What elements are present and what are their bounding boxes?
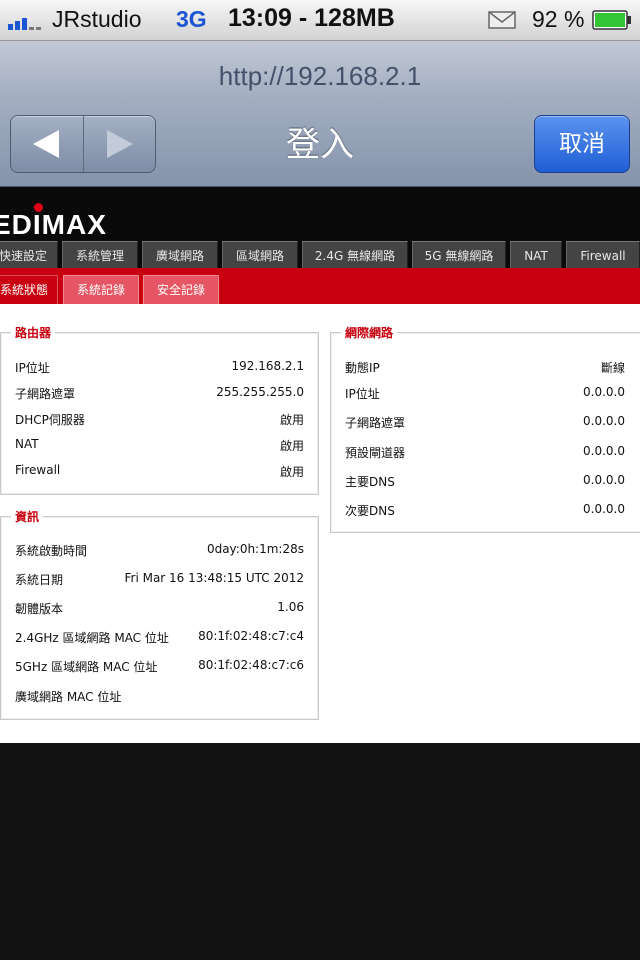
uptime-value: 0day:0h:1m:28s bbox=[206, 542, 304, 556]
battery-percent: 92 % bbox=[532, 6, 585, 32]
lan24-mac-value: 80:1f:02:48:c7:c4 bbox=[198, 629, 304, 643]
main-tabs: 快速設定 系統管理 廣域網路 區域網路 2.4G 無線網路 5G 無線網路 NA… bbox=[0, 241, 640, 268]
tab-firewall[interactable]: Firewall bbox=[566, 241, 640, 268]
router-nat-value: 啟用 bbox=[279, 439, 304, 453]
router-panel: 路由器 IP位址 192.168.2.1 子網路遮罩 255.255.255.0… bbox=[0, 324, 319, 495]
wan-subnet-label: 子網路遮罩 bbox=[345, 416, 406, 430]
cancel-button[interactable]: 取消 bbox=[534, 115, 630, 173]
firmware-label: 韌體版本 bbox=[15, 602, 64, 616]
info-legend: 資訊 bbox=[11, 508, 44, 525]
lan24-mac-label: 2.4GHz 區域網路 MAC 位址 bbox=[15, 631, 169, 645]
info-panel: 資訊 系統啟動時間 0day:0h:1m:28s 系統日期 Fri Mar 16… bbox=[0, 508, 319, 720]
internet-row: 次要DNS 0.0.0.0 bbox=[345, 502, 625, 518]
router-ip-label: IP位址 bbox=[15, 361, 50, 375]
mail-icon bbox=[488, 11, 516, 29]
lan5-mac-label: 5GHz 區域網路 MAC 位址 bbox=[15, 660, 158, 674]
subtab-system-log[interactable]: 系統記錄 bbox=[63, 275, 139, 304]
wan-ip-value: 0.0.0.0 bbox=[583, 385, 625, 399]
tab-lan[interactable]: 區域網路 bbox=[222, 241, 298, 268]
dynamic-ip-label: 動態IP bbox=[345, 361, 380, 375]
clock-memory: 13:09 - 128MB bbox=[228, 4, 395, 32]
router-row: 子網路遮罩 255.255.255.0 bbox=[15, 385, 304, 401]
edimax-logo: EDIMAX bbox=[0, 209, 107, 240]
primary-dns-label: 主要DNS bbox=[345, 475, 395, 489]
internet-row: 動態IP 斷線 bbox=[345, 359, 625, 375]
tab-wireless-24g[interactable]: 2.4G 無線網路 bbox=[302, 241, 408, 268]
dynamic-ip-value: 斷線 bbox=[600, 361, 625, 375]
tab-quick-setup[interactable]: 快速設定 bbox=[0, 241, 58, 268]
router-firewall-value: 啟用 bbox=[279, 465, 304, 479]
router-dhcp-label: DHCP伺服器 bbox=[15, 413, 85, 427]
gateway-label: 預設閘道器 bbox=[345, 446, 406, 460]
signal-icon bbox=[8, 12, 50, 30]
internet-panel: 網際網路 動態IP 斷線 IP位址 0.0.0.0 子網路遮罩 0.0.0.0 … bbox=[330, 324, 640, 533]
system-date-value: Fri Mar 16 13:48:15 UTC 2012 bbox=[124, 571, 304, 585]
internet-row: 主要DNS 0.0.0.0 bbox=[345, 473, 625, 489]
info-row: 2.4GHz 區域網路 MAC 位址 80:1f:02:48:c7:c4 bbox=[15, 629, 304, 645]
router-subnet-value: 255.255.255.0 bbox=[216, 385, 304, 399]
tab-wireless-5g[interactable]: 5G 無線網路 bbox=[412, 241, 506, 268]
tab-wan[interactable]: 廣域網路 bbox=[142, 241, 218, 268]
url-display: http://192.168.2.1 bbox=[218, 61, 422, 91]
info-row: 廣域網路 MAC 位址 bbox=[15, 688, 304, 704]
carrier-name: JRstudio bbox=[52, 6, 142, 32]
internet-row: IP位址 0.0.0.0 bbox=[345, 385, 625, 401]
site-header: EDIMAX 快速設定 系統管理 廣域網路 區域網路 2.4G 無線網路 5G … bbox=[0, 187, 640, 268]
router-nat-label: NAT bbox=[15, 437, 39, 451]
info-row: 5GHz 區域網路 MAC 位址 80:1f:02:48:c7:c6 bbox=[15, 658, 304, 674]
uptime-label: 系統啟動時間 bbox=[15, 544, 88, 558]
status-bar: JRstudio 3G 13:09 - 128MB 92 % bbox=[0, 0, 640, 41]
info-row: 韌體版本 1.06 bbox=[15, 600, 304, 616]
internet-legend: 網際網路 bbox=[341, 324, 398, 341]
subtab-security-log[interactable]: 安全記錄 bbox=[143, 275, 219, 304]
info-row: 系統日期 Fri Mar 16 13:48:15 UTC 2012 bbox=[15, 571, 304, 587]
web-content: EDIMAX 快速設定 系統管理 廣域網路 區域網路 2.4G 無線網路 5G … bbox=[0, 187, 640, 743]
gateway-value: 0.0.0.0 bbox=[583, 444, 625, 458]
primary-dns-value: 0.0.0.0 bbox=[583, 473, 625, 487]
wan-mac-label: 廣域網路 MAC 位址 bbox=[15, 690, 122, 704]
router-subnet-label: 子網路遮罩 bbox=[15, 387, 76, 401]
router-ip-value: 192.168.2.1 bbox=[231, 359, 304, 373]
router-firewall-label: Firewall bbox=[15, 463, 61, 477]
info-row: 系統啟動時間 0day:0h:1m:28s bbox=[15, 542, 304, 558]
browser-toolbar: http://192.168.2.1 登入 取消 bbox=[0, 41, 640, 187]
router-row: IP位址 192.168.2.1 bbox=[15, 359, 304, 375]
lan5-mac-value: 80:1f:02:48:c7:c6 bbox=[198, 658, 304, 672]
sub-tabs-bar: 系統狀態 系統記錄 安全記錄 bbox=[0, 268, 640, 304]
router-row: Firewall 啟用 bbox=[15, 463, 304, 479]
router-row: NAT 啟用 bbox=[15, 437, 304, 453]
firmware-value: 1.06 bbox=[277, 600, 304, 614]
internet-row: 子網路遮罩 0.0.0.0 bbox=[345, 414, 625, 430]
secondary-dns-label: 次要DNS bbox=[345, 504, 395, 518]
tab-system[interactable]: 系統管理 bbox=[62, 241, 138, 268]
internet-row: 預設閘道器 0.0.0.0 bbox=[345, 444, 625, 460]
battery-icon bbox=[592, 10, 631, 30]
network-type: 3G bbox=[176, 6, 207, 32]
secondary-dns-value: 0.0.0.0 bbox=[583, 502, 625, 516]
router-legend: 路由器 bbox=[11, 324, 56, 341]
system-date-label: 系統日期 bbox=[15, 573, 64, 587]
router-row: DHCP伺服器 啟用 bbox=[15, 411, 304, 427]
logo-dot bbox=[34, 203, 43, 212]
tab-nat[interactable]: NAT bbox=[510, 241, 562, 268]
wan-ip-label: IP位址 bbox=[345, 387, 380, 401]
wan-subnet-value: 0.0.0.0 bbox=[583, 414, 625, 428]
subtab-system-status[interactable]: 系統狀態 bbox=[0, 275, 58, 304]
router-dhcp-value: 啟用 bbox=[279, 413, 304, 427]
